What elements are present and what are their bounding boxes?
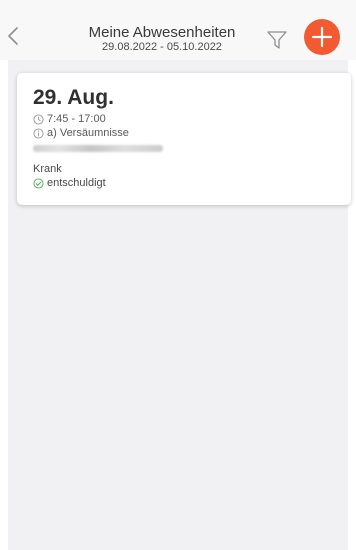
page-title: Meine Abwesenheiten <box>88 24 236 41</box>
absence-type: Krank <box>33 163 62 175</box>
header-title-block: Meine Abwesenheiten 29.08.2022 - 05.10.2… <box>62 24 262 54</box>
absence-status: entschuldigt <box>47 177 106 189</box>
absence-card[interactable]: 29. Aug. 7:45 - 17:00 a) Versäumnisse Kr… <box>17 73 351 205</box>
header: Meine Abwesenheiten 29.08.2022 - 05.10.2… <box>0 0 356 60</box>
add-absence-button[interactable] <box>304 19 340 55</box>
redacted-text <box>33 145 163 152</box>
filter-icon <box>267 31 287 49</box>
absence-reason-row: a) Versäumnisse <box>33 126 129 140</box>
absence-time: 7:45 - 17:00 <box>47 113 106 125</box>
date-range: 29.08.2022 - 05.10.2022 <box>102 41 222 53</box>
clock-icon <box>33 113 44 125</box>
check-circle-icon <box>33 177 44 189</box>
absence-reason: a) Versäumnisse <box>47 127 129 139</box>
filter-button[interactable] <box>266 30 288 50</box>
chevron-left-icon <box>8 27 18 45</box>
absence-time-row: 7:45 - 17:00 <box>33 112 106 126</box>
screen: Meine Abwesenheiten 29.08.2022 - 05.10.2… <box>0 0 356 550</box>
absence-date: 29. Aug. <box>33 86 114 109</box>
absence-status-row: entschuldigt <box>33 176 106 190</box>
info-icon <box>33 127 44 139</box>
back-button[interactable] <box>6 26 20 46</box>
plus-icon <box>311 26 333 48</box>
